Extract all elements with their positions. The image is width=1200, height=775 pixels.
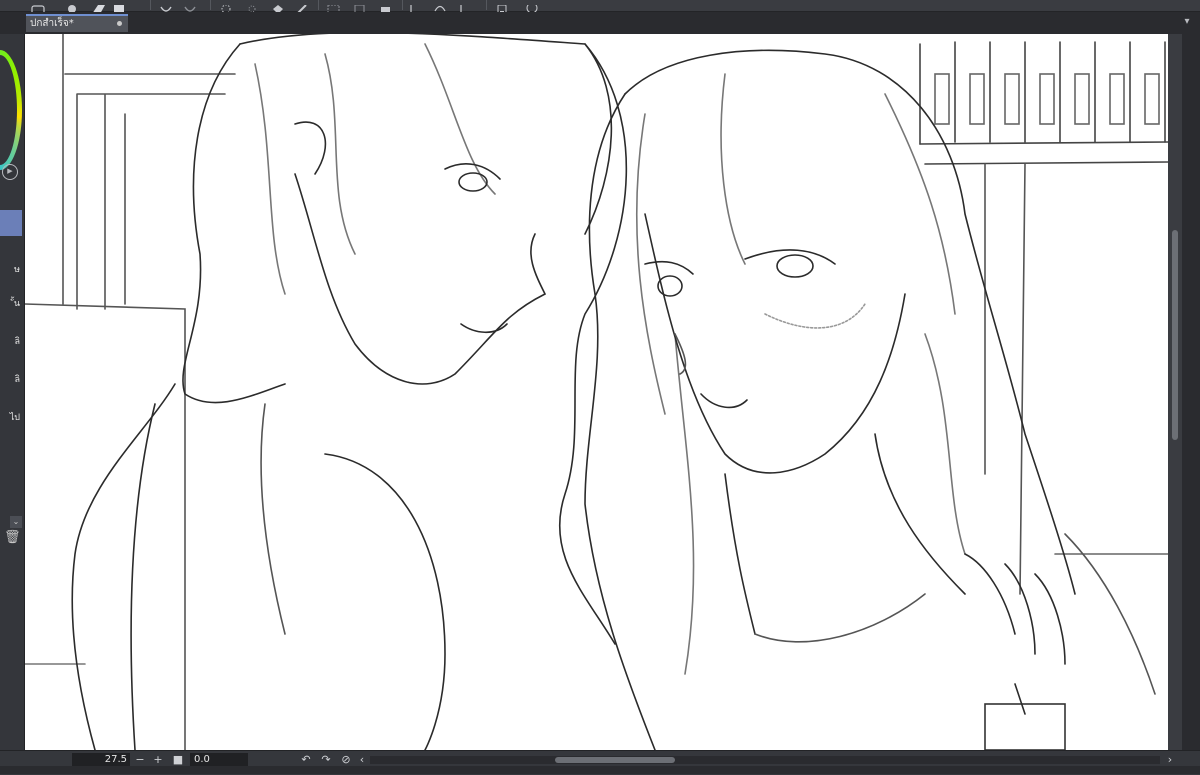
top-toolbar [0,0,1200,15]
scroll-left-icon[interactable]: ‹ [356,753,368,767]
zoom-in-button[interactable]: + [152,753,164,767]
left-palette-strip: ▶ ษ ั้น ลิ ลิ ไป ⌄ 🗑 [0,34,25,750]
new-layer-icon[interactable] [64,0,80,13]
selected-palette-tab[interactable] [0,210,22,236]
tab-menu-icon[interactable]: ▾ [1180,15,1194,29]
eraser-icon[interactable] [90,0,106,14]
drawing-canvas[interactable] [25,34,1168,750]
redo-icon[interactable] [182,0,198,12]
spinner-icon[interactable] [218,0,234,14]
document-tab-title: ปกสำเร็จ* [30,18,74,29]
palette-item-1[interactable]: ษ [0,256,22,284]
trash-icon[interactable]: 🗑 [4,530,21,548]
color-wheel[interactable] [0,50,22,170]
lock-icon[interactable] [378,0,394,14]
palette-item-5[interactable]: ไป [0,404,22,432]
mobile-icon[interactable] [494,0,510,15]
sparkle-icon[interactable] [244,0,260,13]
horizontal-scrollbar-thumb[interactable] [555,757,675,763]
vertical-scrollbar[interactable] [1168,34,1182,750]
line-art-illustration [25,34,1168,750]
rotate-left-icon[interactable]: ↶ [300,753,312,767]
bottom-panel-edge [0,766,1200,774]
document-tab-bar: ปกสำเร็จ* ▾ [0,12,1200,34]
fit-icon[interactable]: ■ [172,753,184,767]
perspective-icon[interactable] [458,0,474,15]
rotate-right-icon[interactable]: ↷ [320,753,332,767]
chevron-down-icon[interactable]: ⌄ [10,516,22,528]
zoom-out-button[interactable]: − [134,753,146,767]
zoom-field[interactable]: 27.5 [72,753,130,767]
document-tab[interactable]: ปกสำเร็จ* [26,14,128,32]
rotate-icon[interactable] [432,0,448,12]
reset-rotation-icon[interactable]: ⊘ [340,753,352,767]
palette-item-2[interactable]: ั้น [0,290,22,318]
fill-icon[interactable] [270,0,286,14]
palette-item-4[interactable]: ลิ [0,366,22,394]
palette-item-3[interactable]: ลิ [0,328,22,356]
paper-icon[interactable] [112,0,128,13]
right-panel-edge [1182,34,1200,750]
unsaved-dot-icon[interactable] [117,21,122,26]
undo-icon[interactable] [158,0,174,12]
brush-icon[interactable] [294,0,310,15]
horizontal-scrollbar[interactable] [370,756,1160,764]
vertical-scrollbar-thumb[interactable] [1172,230,1178,440]
rotation-field[interactable]: 0.0 [190,753,248,767]
speech-icon[interactable] [524,0,540,14]
crop-icon[interactable] [326,0,342,14]
scroll-right-icon[interactable]: › [1164,753,1176,767]
transform-icon[interactable] [352,0,368,14]
play-icon[interactable]: ▶ [2,164,18,180]
camera-icon[interactable] [30,0,46,15]
ruler-icon[interactable] [408,0,424,15]
